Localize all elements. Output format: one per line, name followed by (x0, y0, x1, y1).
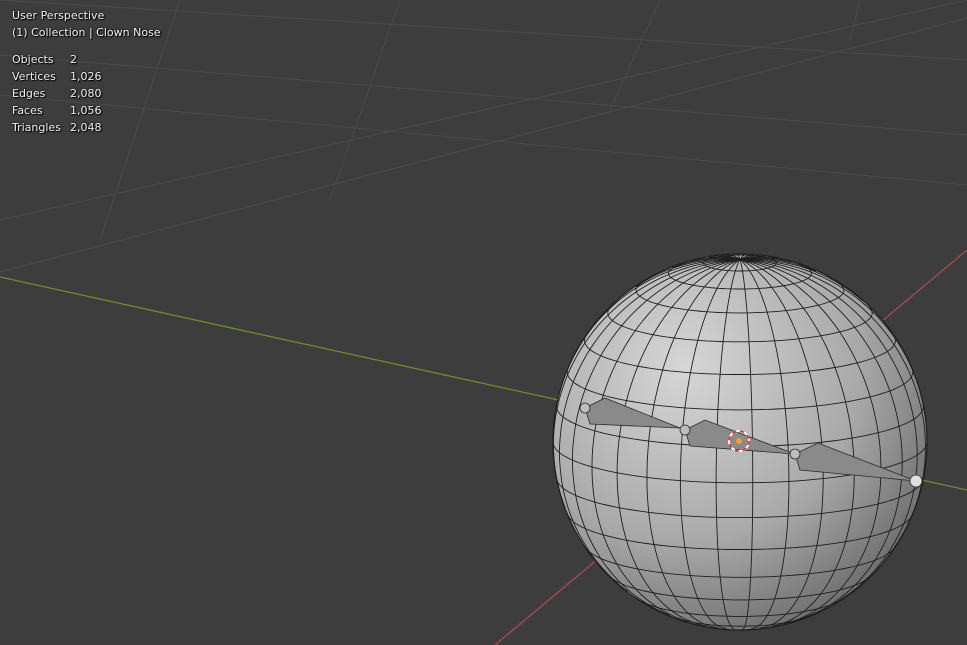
stat-vertices: Vertices 1,026 (12, 70, 102, 83)
viewport-info-overlay: User Perspective (1) Collection | Clown … (12, 7, 161, 136)
stat-faces: Faces 1,056 (12, 104, 102, 117)
collection-context: (1) Collection | Clown Nose (12, 26, 161, 39)
view-name: User Perspective (12, 9, 105, 22)
stat-edges: Edges 2,080 (12, 87, 102, 100)
stat-triangles: Triangles 2,048 (12, 121, 102, 134)
stat-objects: Objects 2 (12, 53, 77, 66)
